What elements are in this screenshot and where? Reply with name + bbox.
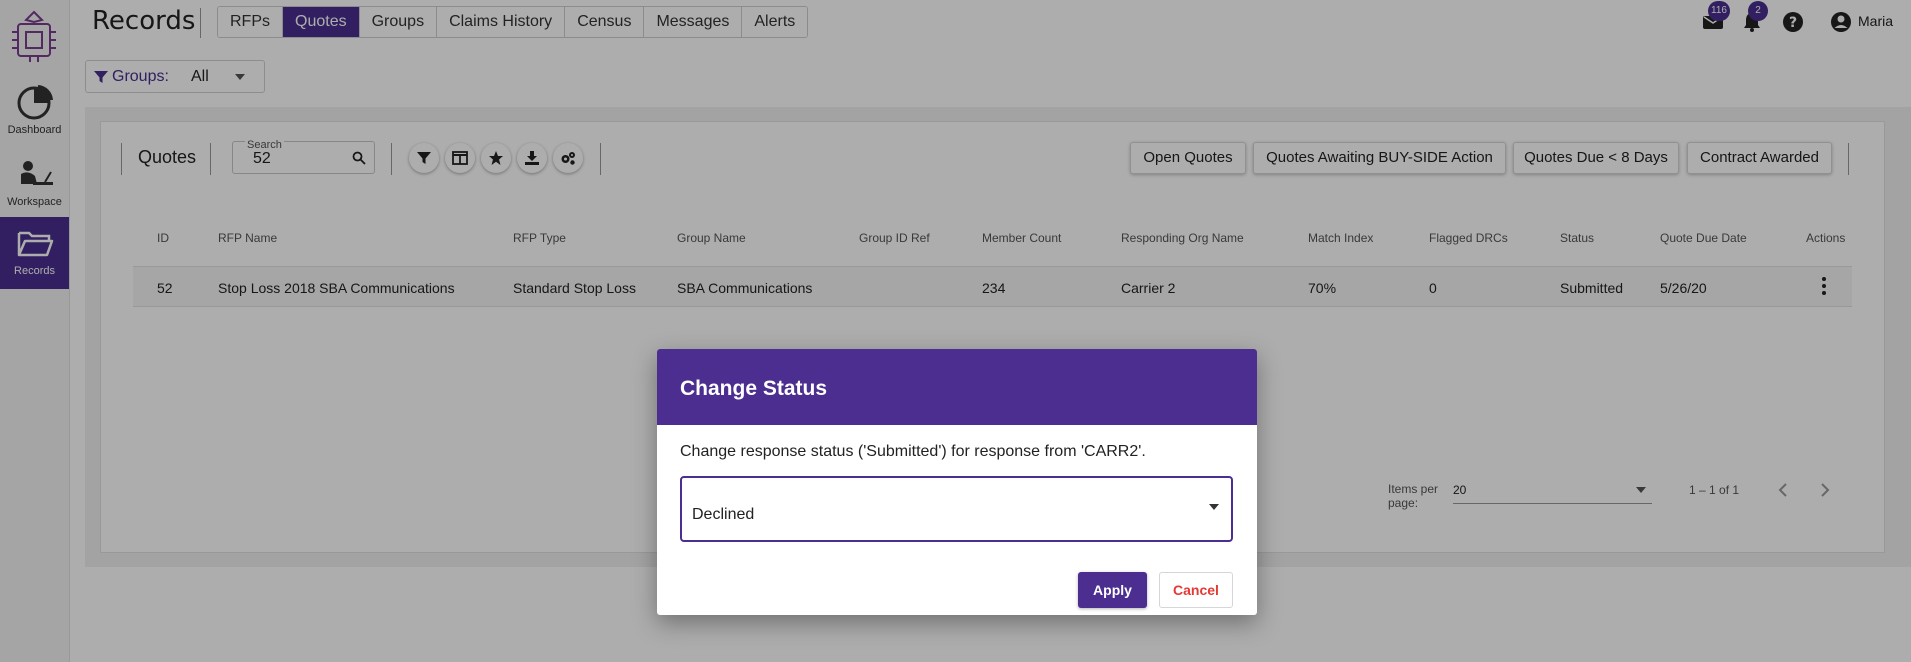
status-select[interactable]: Declined [680,476,1233,542]
dialog-message: Change response status ('Submitted') for… [680,443,1146,460]
dialog-header: Change Status [657,349,1257,425]
apply-button[interactable]: Apply [1078,572,1147,608]
change-status-dialog: Change Status Change response status ('S… [657,349,1257,615]
cancel-button[interactable]: Cancel [1159,572,1233,608]
dialog-title: Change Status [680,377,828,400]
status-select-value: Declined [692,506,755,523]
chevron-down-icon [1209,504,1219,510]
